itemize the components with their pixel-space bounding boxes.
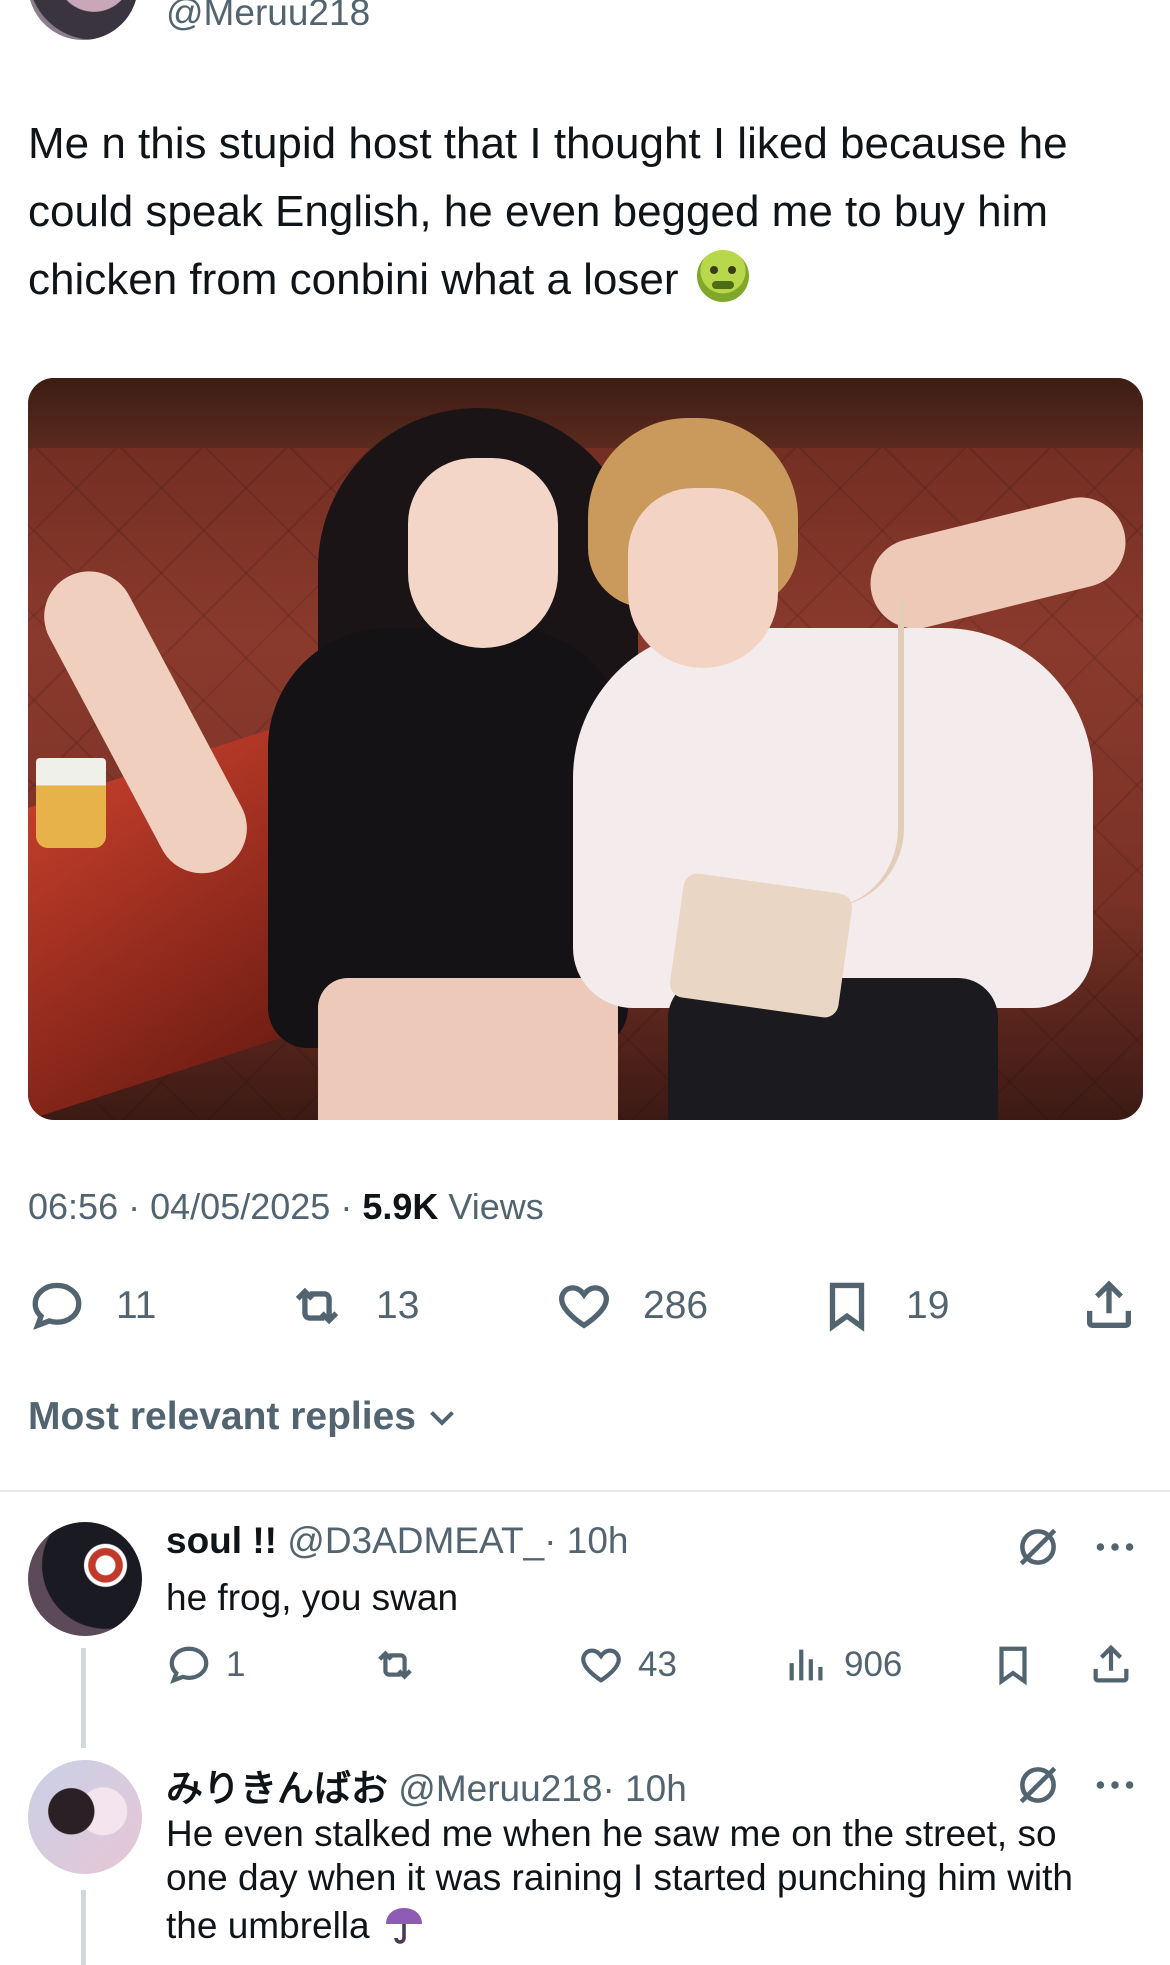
author-avatar[interactable] xyxy=(28,0,138,40)
reply-body: He even stalked me when he saw me on the… xyxy=(166,1813,1074,1946)
share-icon xyxy=(1093,1644,1129,1683)
replies-sort-dropdown[interactable]: Most relevant replies xyxy=(28,1395,460,1439)
reply-icon xyxy=(32,1282,82,1330)
tweet-text: Me n this stupid host that I thought I l… xyxy=(28,110,1143,314)
reply-author-name[interactable]: みりきんばお xyxy=(166,1768,388,1809)
reply-header: soul !! @D3ADMEAT_· 10h xyxy=(166,1520,628,1562)
reply-text: He even stalked me when he saw me on the… xyxy=(166,1812,1106,1948)
reply-avatar[interactable] xyxy=(28,1522,142,1636)
share-button[interactable] xyxy=(1080,1276,1138,1336)
reply-time: · 10h xyxy=(602,1768,687,1809)
views-bar-chart-icon xyxy=(789,1649,823,1681)
grok-icon[interactable] xyxy=(1013,1760,1063,1810)
tweet-meta: 06:56 · 04/05/2025 · 5.9K Views xyxy=(28,1186,544,1228)
umbrella-emoji-icon xyxy=(385,1908,422,1944)
tweet-date: 04/05/2025 xyxy=(150,1186,331,1227)
author-handle[interactable]: @Meruu218 xyxy=(166,0,370,34)
bookmark-count: 19 xyxy=(906,1284,950,1327)
reply-views-button[interactable]: 906 xyxy=(784,1640,902,1690)
views-count[interactable]: 5.9K xyxy=(362,1186,438,1227)
meta-separator: · xyxy=(128,1186,141,1227)
grok-icon[interactable] xyxy=(1013,1522,1063,1572)
repost-icon xyxy=(295,1287,339,1325)
reply-like-button[interactable]: 43 xyxy=(578,1640,677,1690)
like-count: 286 xyxy=(643,1284,709,1327)
heart-icon xyxy=(581,1648,621,1683)
bookmark-icon xyxy=(999,1646,1027,1686)
reply-reply-count: 1 xyxy=(226,1645,246,1684)
reply-share-button[interactable] xyxy=(1088,1640,1134,1690)
nauseated-face-emoji-icon xyxy=(696,250,749,302)
reply-time: · 10h xyxy=(544,1520,629,1561)
reply-count: 11 xyxy=(116,1284,157,1327)
tweet-body: Me n this stupid host that I thought I l… xyxy=(28,119,1068,304)
reply-header: みりきんばお @Meruu218· 10h xyxy=(166,1758,687,1812)
heart-icon xyxy=(559,1285,609,1329)
like-button[interactable]: 286 xyxy=(555,1276,708,1336)
share-icon xyxy=(1087,1280,1131,1328)
reply-like-count: 43 xyxy=(638,1645,677,1684)
views-label: Views xyxy=(448,1186,544,1227)
tweet-time: 06:56 xyxy=(28,1186,119,1227)
thread-line xyxy=(81,1890,86,1965)
divider xyxy=(0,1490,1170,1492)
repost-count: 13 xyxy=(376,1284,420,1327)
reply-bookmark-button[interactable] xyxy=(990,1640,1036,1690)
repost-button[interactable]: 13 xyxy=(288,1276,419,1336)
more-options-icon[interactable] xyxy=(1090,1522,1140,1572)
replies-sort-label: Most relevant replies xyxy=(28,1395,416,1438)
reply-button[interactable]: 11 xyxy=(28,1276,157,1336)
bookmark-button[interactable]: 19 xyxy=(818,1276,949,1336)
reply-text: he frog, you swan xyxy=(166,1577,459,1618)
reply-avatar[interactable] xyxy=(28,1760,142,1874)
more-options-icon[interactable] xyxy=(1090,1760,1140,1810)
bookmark-icon xyxy=(829,1282,865,1332)
tweet-photo[interactable] xyxy=(28,378,1143,1120)
reply-icon xyxy=(169,1646,209,1684)
reply-author-handle[interactable]: @Meruu218 xyxy=(398,1768,602,1809)
reply-repost-button[interactable] xyxy=(372,1640,418,1690)
thread-line xyxy=(81,1648,86,1748)
reply-reply-button[interactable]: 1 xyxy=(166,1640,245,1690)
repost-icon xyxy=(378,1650,412,1680)
reply-author-handle[interactable]: @D3ADMEAT_ xyxy=(287,1520,544,1561)
reply-author-name[interactable]: soul !! xyxy=(166,1520,277,1561)
reply-views-count: 906 xyxy=(844,1645,903,1684)
chevron-down-icon xyxy=(430,1411,454,1426)
meta-separator: · xyxy=(340,1186,353,1227)
